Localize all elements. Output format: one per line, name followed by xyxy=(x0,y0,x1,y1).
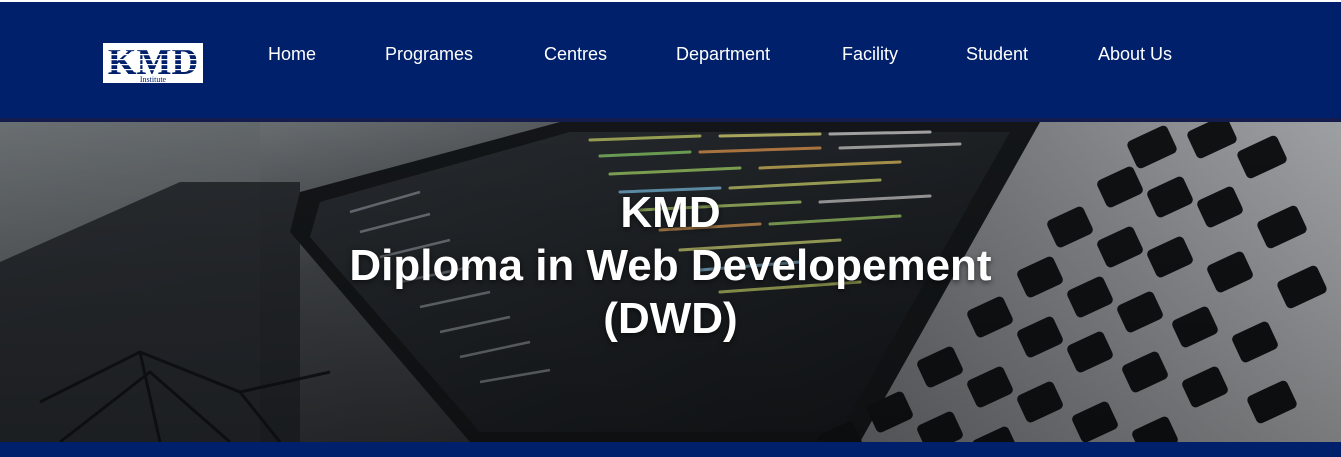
nav-item-home[interactable]: Home xyxy=(268,40,316,68)
site-logo[interactable]: KMD KMD Institute xyxy=(103,43,203,83)
nav-item-programes[interactable]: Programes xyxy=(385,40,473,68)
hero-title-line-1: KMD xyxy=(620,188,721,237)
hero-banner: KMD Diploma in Web Developement (DWD) xyxy=(0,122,1341,442)
nav-item-centres[interactable]: Centres xyxy=(544,40,607,68)
nav-item-about-us[interactable]: About Us xyxy=(1098,40,1172,68)
hero-title-line-3: (DWD) xyxy=(603,294,738,343)
section-divider-bar xyxy=(0,442,1341,457)
nav-item-student[interactable]: Student xyxy=(966,40,1028,68)
logo-subtext: Institute xyxy=(140,75,167,83)
hero-heading: KMD Diploma in Web Developement (DWD) xyxy=(0,186,1341,345)
hero-title-line-2: Diploma in Web Developement xyxy=(349,241,992,290)
nav-item-department[interactable]: Department xyxy=(676,40,770,68)
nav-item-facility[interactable]: Facility xyxy=(842,40,898,68)
kmd-logo-icon: KMD KMD Institute xyxy=(103,43,203,83)
site-header: KMD KMD Institute Home Programes Centres… xyxy=(0,2,1341,122)
